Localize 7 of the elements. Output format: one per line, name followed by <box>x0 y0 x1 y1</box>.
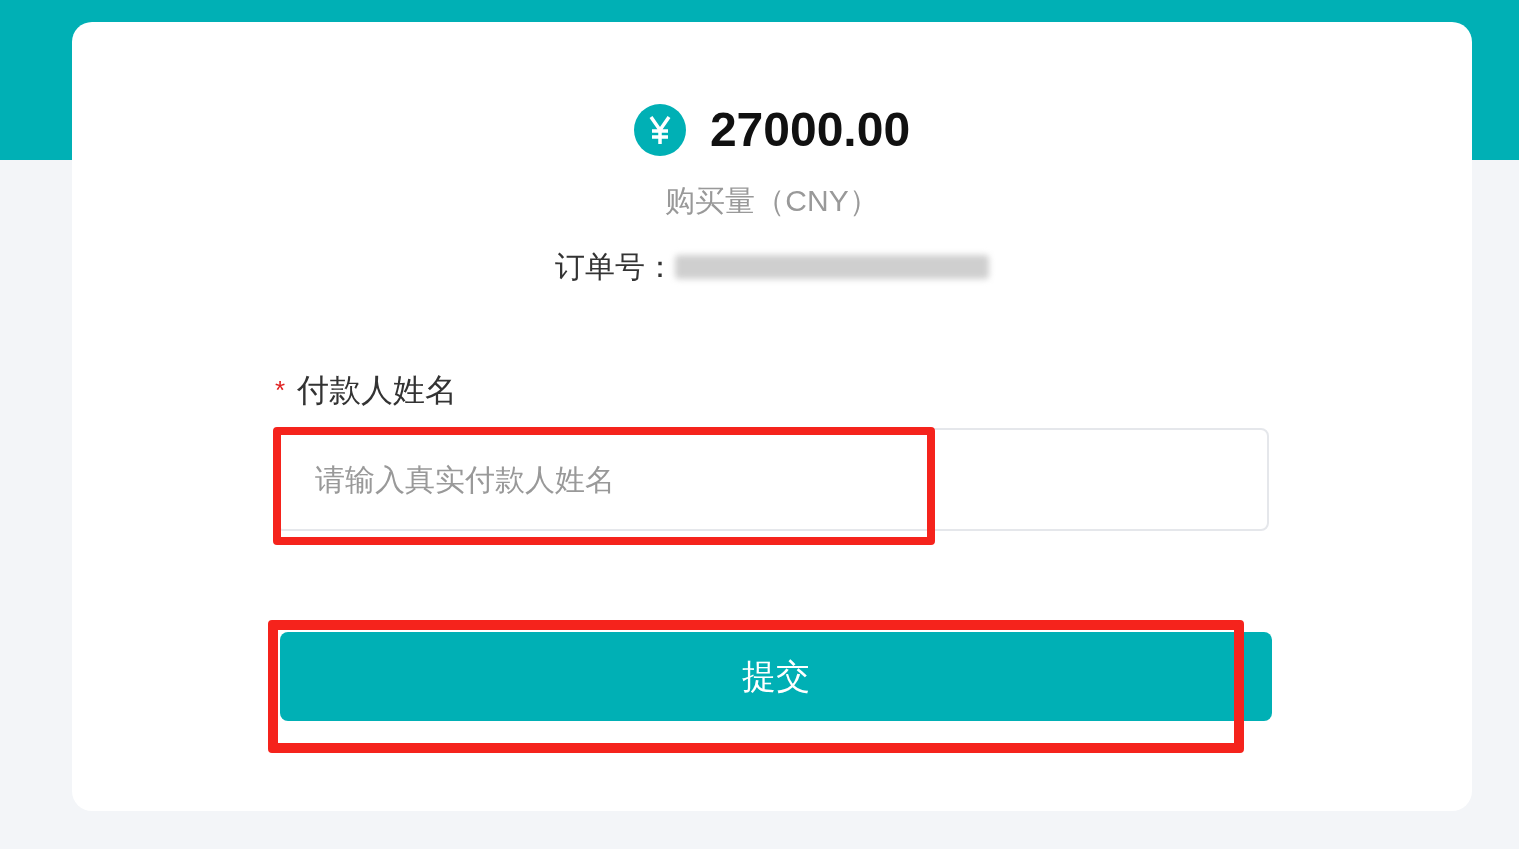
required-asterisk: * <box>275 377 286 403</box>
amount-caption: 购买量（CNY） <box>665 186 879 216</box>
submit-button[interactable]: 提交 <box>280 632 1272 721</box>
order-label: 订单号： <box>555 252 675 282</box>
yen-coin-icon <box>633 104 686 156</box>
amount-text: 27000.00 <box>709 106 911 154</box>
field-label: 付款人姓名 <box>297 374 458 406</box>
